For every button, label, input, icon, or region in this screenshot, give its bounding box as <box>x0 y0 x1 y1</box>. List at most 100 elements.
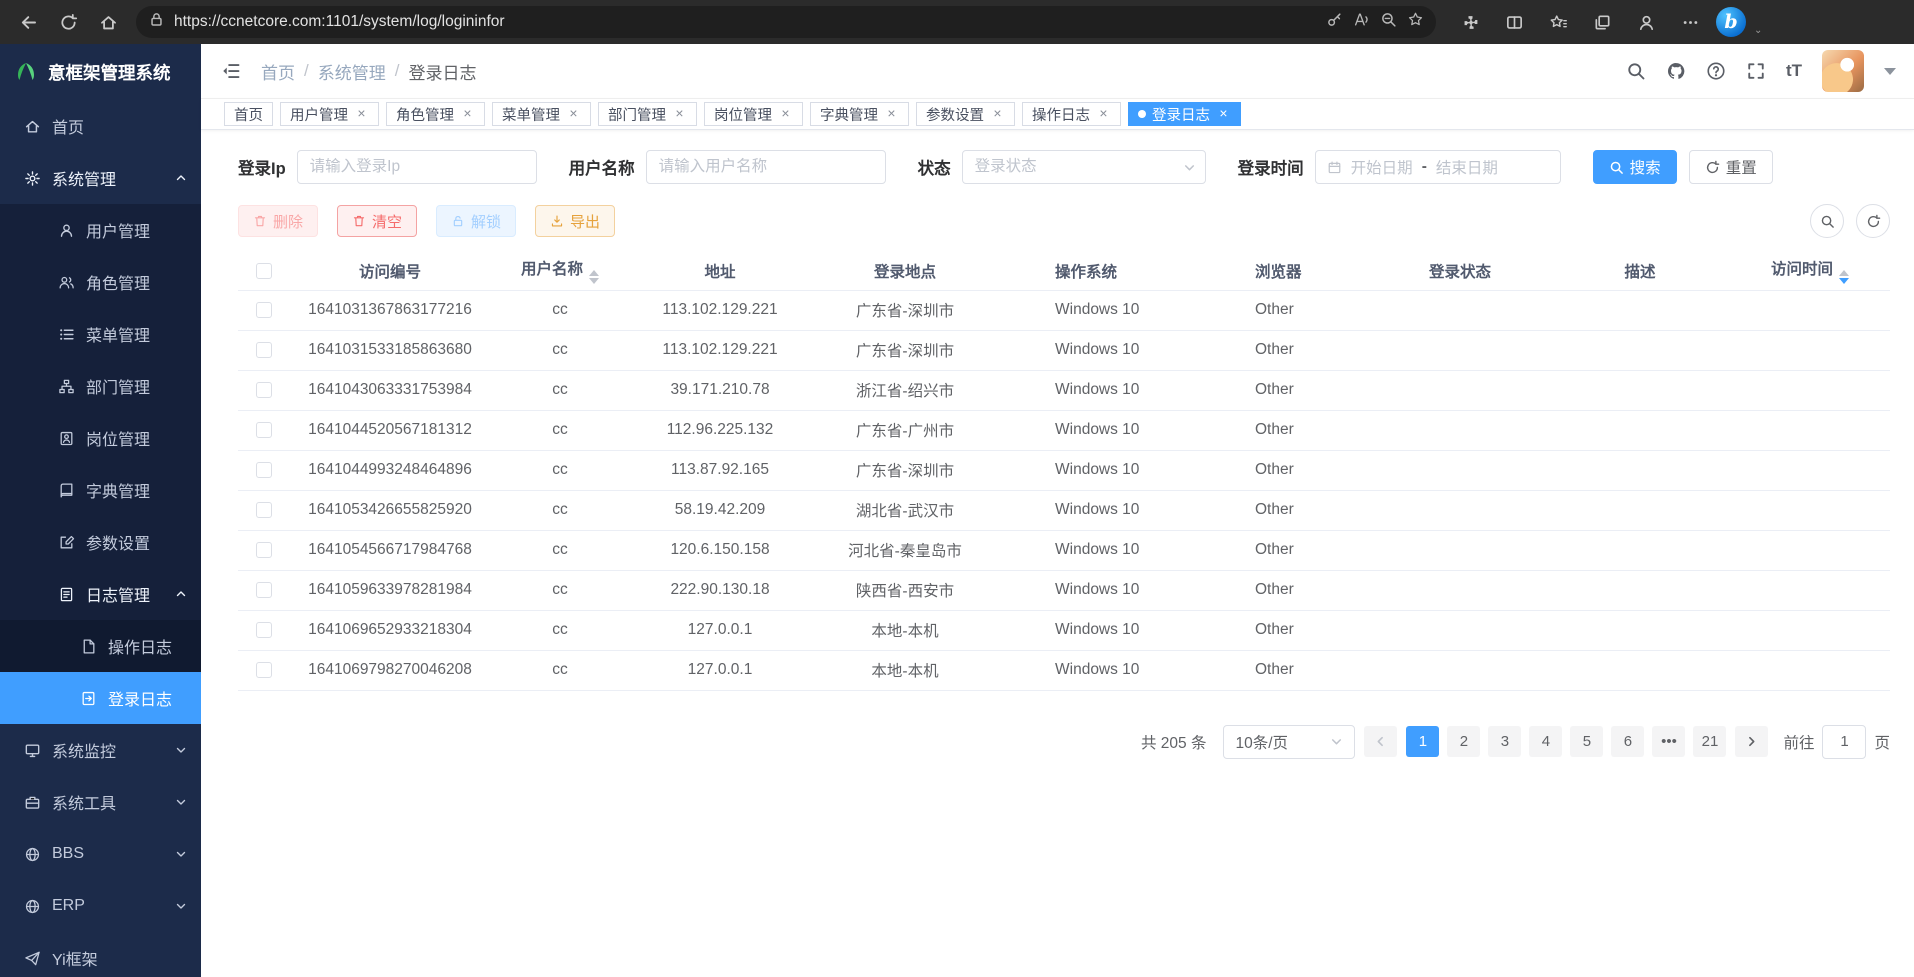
row-checkbox[interactable] <box>256 382 272 398</box>
header-description[interactable]: 描述 <box>1550 252 1730 290</box>
row-checkbox[interactable] <box>256 542 272 558</box>
tab-close-icon[interactable]: × <box>778 107 793 122</box>
sort-carets-icon[interactable] <box>589 270 599 284</box>
tab-close-icon[interactable]: × <box>566 107 581 122</box>
tab[interactable]: 首页 <box>224 102 273 126</box>
page-button[interactable]: 21 <box>1693 726 1726 757</box>
page-button[interactable]: 5 <box>1570 726 1603 757</box>
sidebar-item-operation-log[interactable]: 操作日志 <box>0 620 201 672</box>
tab[interactable]: 用户管理 × <box>280 102 379 126</box>
table-row[interactable]: 1641053426655825920 cc 58.19.42.209 湖北省-… <box>238 490 1890 530</box>
add-favorite-star-icon[interactable] <box>1407 11 1424 33</box>
sidebar-item-role-management[interactable]: 角色管理 <box>0 256 201 308</box>
sidebar-item-bbs[interactable]: BBS <box>0 828 201 880</box>
tab[interactable]: 字典管理 × <box>810 102 909 126</box>
header-search-icon[interactable] <box>1626 61 1646 81</box>
status-select-input[interactable] <box>962 150 1206 184</box>
sidebar-item-log-management[interactable]: 日志管理 <box>0 568 201 620</box>
tab-close-icon[interactable]: × <box>990 107 1005 122</box>
sidebar-item-yi-framework[interactable]: Yi框架 <box>0 932 201 977</box>
sidebar-collapse-icon[interactable] <box>221 61 241 81</box>
tab-close-icon[interactable]: × <box>460 107 475 122</box>
tab[interactable]: 部门管理 × <box>598 102 697 126</box>
table-row[interactable]: 1641054566717984768 cc 120.6.150.158 河北省… <box>238 530 1890 570</box>
sidebar-item-menu-management[interactable]: 菜单管理 <box>0 308 201 360</box>
row-checkbox[interactable] <box>256 462 272 478</box>
sidebar-item-user-management[interactable]: 用户管理 <box>0 204 201 256</box>
bing-copilot-icon[interactable]: b <box>1716 7 1746 37</box>
tab[interactable]: 登录日志 × <box>1128 102 1241 126</box>
row-checkbox[interactable] <box>256 502 272 518</box>
header-login-location[interactable]: 登录地点 <box>810 252 1000 290</box>
search-button[interactable]: 搜索 <box>1593 150 1677 184</box>
header-browser[interactable]: 浏览器 <box>1200 252 1370 290</box>
sidebar-item-parameter-settings[interactable]: 参数设置 <box>0 516 201 568</box>
status-select[interactable] <box>962 150 1206 184</box>
browser-profile-icon[interactable] <box>1628 5 1664 39</box>
row-checkbox[interactable] <box>256 422 272 438</box>
sidebar-item-system-monitor[interactable]: 系统监控 <box>0 724 201 776</box>
next-page-button[interactable] <box>1735 726 1768 757</box>
table-row[interactable]: 1641069798270046208 cc 127.0.0.1 本地-本机 W… <box>238 650 1890 690</box>
fullscreen-icon[interactable] <box>1746 61 1766 81</box>
table-row[interactable]: 1641043063331753984 cc 39.171.210.78 浙江省… <box>238 370 1890 410</box>
goto-page-input[interactable] <box>1822 725 1866 759</box>
header-user-name[interactable]: 用户名称 <box>490 252 630 290</box>
export-button[interactable]: 导出 <box>535 205 615 237</box>
row-checkbox[interactable] <box>256 342 272 358</box>
table-row[interactable]: 1641059633978281984 cc 222.90.130.18 陕西省… <box>238 570 1890 610</box>
user-name-input[interactable] <box>646 150 886 184</box>
tab-close-icon[interactable]: × <box>884 107 899 122</box>
prev-page-button[interactable] <box>1364 726 1397 757</box>
row-checkbox[interactable] <box>256 662 272 678</box>
start-date-placeholder[interactable]: 开始日期 <box>1351 156 1413 178</box>
app-logo[interactable]: 意框架管理系统 <box>0 44 201 100</box>
sidebar-item-post-management[interactable]: 岗位管理 <box>0 412 201 464</box>
browser-home-button[interactable] <box>90 5 126 39</box>
tab[interactable]: 菜单管理 × <box>492 102 591 126</box>
extensions-puzzle-icon[interactable] <box>1452 5 1488 39</box>
tab-close-icon[interactable]: × <box>672 107 687 122</box>
page-button[interactable]: 2 <box>1447 726 1480 757</box>
page-button[interactable]: 3 <box>1488 726 1521 757</box>
end-date-placeholder[interactable]: 结束日期 <box>1436 156 1498 178</box>
select-all-checkbox[interactable] <box>256 263 272 279</box>
split-screen-icon[interactable] <box>1496 5 1532 39</box>
refresh-table-icon[interactable] <box>1856 204 1890 238</box>
header-address[interactable]: 地址 <box>630 252 810 290</box>
browser-refresh-button[interactable] <box>50 5 86 39</box>
sidebar-item-system-management[interactable]: 系统管理 <box>0 152 201 204</box>
reset-button[interactable]: 重置 <box>1689 150 1773 184</box>
table-row[interactable]: 1641031533185863680 cc 113.102.129.221 广… <box>238 330 1890 370</box>
favorites-star-icon[interactable] <box>1540 5 1576 39</box>
user-avatar[interactable] <box>1822 50 1864 92</box>
unlock-button[interactable]: 解锁 <box>436 205 516 237</box>
clear-button[interactable]: 清空 <box>337 205 417 237</box>
sidebar-item-dict-management[interactable]: 字典管理 <box>0 464 201 516</box>
page-button[interactable]: ••• <box>1652 726 1685 757</box>
sidebar-panel-caret-icon[interactable]: ⌄ <box>1754 25 1762 36</box>
tab-close-icon[interactable]: × <box>1216 107 1231 122</box>
sidebar-item-system-tools[interactable]: 系统工具 <box>0 776 201 828</box>
help-question-icon[interactable] <box>1706 61 1726 81</box>
date-range-picker[interactable]: 开始日期 - 结束日期 <box>1315 150 1561 184</box>
address-bar[interactable]: https://ccnetcore.com:1101/system/log/lo… <box>136 6 1436 38</box>
browser-menu-dots-icon[interactable] <box>1672 5 1708 39</box>
read-aloud-icon[interactable] <box>1353 11 1370 33</box>
sort-carets-icon[interactable] <box>1839 270 1849 284</box>
collections-icon[interactable] <box>1584 5 1620 39</box>
sidebar-item-department-management[interactable]: 部门管理 <box>0 360 201 412</box>
row-checkbox[interactable] <box>256 622 272 638</box>
login-ip-input[interactable] <box>297 150 537 184</box>
breadcrumb-system-management[interactable]: 系统管理 <box>318 59 386 84</box>
page-button[interactable]: 4 <box>1529 726 1562 757</box>
saved-password-key-icon[interactable] <box>1326 11 1343 33</box>
toggle-search-icon[interactable] <box>1810 204 1844 238</box>
header-os[interactable]: 操作系统 <box>1000 252 1200 290</box>
row-checkbox[interactable] <box>256 582 272 598</box>
header-visit-time[interactable]: 访问时间 <box>1730 252 1890 290</box>
tab[interactable]: 角色管理 × <box>386 102 485 126</box>
tab-close-icon[interactable]: × <box>1096 107 1111 122</box>
sidebar-item-erp[interactable]: ERP <box>0 880 201 932</box>
url-text[interactable]: https://ccnetcore.com:1101/system/log/lo… <box>174 13 1326 31</box>
